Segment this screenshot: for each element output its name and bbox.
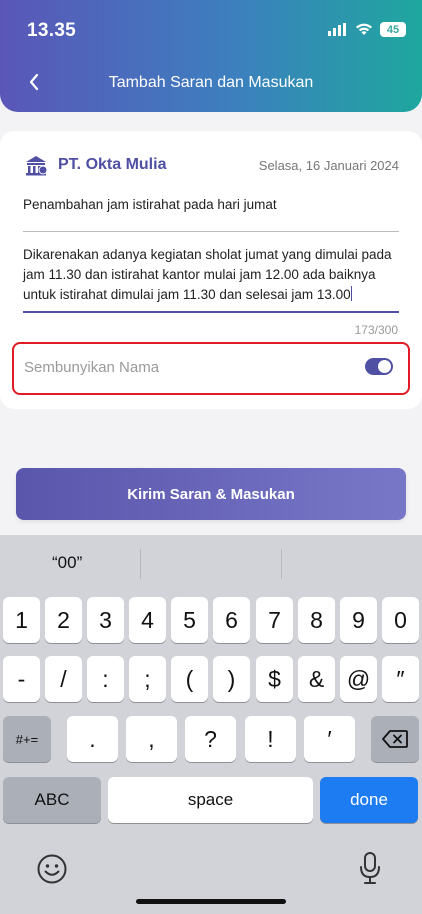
key-9[interactable]: 9	[340, 597, 377, 643]
company-building-icon	[26, 156, 48, 176]
subject-underline	[23, 231, 399, 232]
key-open-paren[interactable]: (	[171, 656, 208, 702]
key-period[interactable]: .	[67, 716, 118, 762]
key-colon[interactable]: :	[87, 656, 124, 702]
key-2[interactable]: 2	[45, 597, 82, 643]
company-name: PT. Okta Mulia	[58, 156, 167, 173]
dictation-button[interactable]	[358, 851, 382, 887]
key-close-paren[interactable]: )	[213, 656, 250, 702]
key-question[interactable]: ?	[185, 716, 236, 762]
submission-date: Selasa, 16 Januari 2024	[258, 158, 399, 173]
key-abc[interactable]: ABC	[3, 777, 101, 823]
key-delete[interactable]	[371, 716, 419, 762]
subject-field[interactable]: Penambahan jam istirahat pada hari jumat	[23, 197, 399, 212]
key-done[interactable]: done	[320, 777, 418, 823]
suggestion-bar: “00”	[0, 535, 422, 591]
suggestion-divider	[140, 549, 141, 579]
emoji-icon	[37, 854, 67, 884]
key-6[interactable]: 6	[213, 597, 250, 643]
key-4[interactable]: 4	[129, 597, 166, 643]
key-0[interactable]: 0	[382, 597, 419, 643]
key-8[interactable]: 8	[298, 597, 335, 643]
signal-icon	[328, 23, 346, 36]
key-exclamation[interactable]: !	[245, 716, 296, 762]
submit-button[interactable]: Kirim Saran & Masukan	[16, 468, 406, 520]
battery-level: 45	[386, 23, 400, 36]
key-5[interactable]: 5	[171, 597, 208, 643]
key-quote[interactable]: ″	[382, 656, 419, 702]
page-title: Tambah Saran dan Masukan	[108, 74, 314, 91]
key-dollar[interactable]: $	[256, 656, 293, 702]
character-counter: 173/300	[354, 323, 398, 337]
text-caret	[350, 286, 353, 301]
key-slash[interactable]: /	[45, 656, 82, 702]
key-ampersand[interactable]: &	[298, 656, 335, 702]
emoji-button[interactable]	[36, 853, 68, 885]
key-comma[interactable]: ,	[126, 716, 177, 762]
message-textarea[interactable]: Dikarenakan adanya kegiatan sholat jumat…	[23, 245, 403, 305]
key-at[interactable]: @	[340, 656, 377, 702]
toggle-knob	[378, 360, 391, 373]
suggestion-divider	[281, 549, 282, 579]
key-3[interactable]: 3	[87, 597, 124, 643]
key-7[interactable]: 7	[256, 597, 293, 643]
message-text: Dikarenakan adanya kegiatan sholat jumat…	[23, 247, 392, 302]
hide-name-label: Sembunyikan Nama	[24, 359, 160, 376]
battery-icon: 45	[380, 22, 406, 37]
key-minus[interactable]: -	[3, 656, 40, 702]
hide-name-row: Sembunyikan Nama	[12, 342, 410, 395]
message-underline	[23, 311, 399, 313]
home-indicator	[136, 899, 286, 904]
app-header: 13.35 45 Tambah Saran dan Masukan	[0, 0, 422, 112]
keyboard: “00” 1 2 3 4 5 6 7 8 9 0 - / : ; ( ) $ &…	[0, 535, 422, 914]
key-apostrophe[interactable]: ′	[304, 716, 355, 762]
suggestion-1[interactable]: “00”	[52, 553, 82, 573]
hide-name-toggle[interactable]	[365, 358, 393, 375]
status-icons: 45	[328, 22, 406, 37]
status-time: 13.35	[27, 20, 77, 41]
key-more-symbols[interactable]: #+=	[3, 716, 51, 762]
backspace-icon	[382, 730, 408, 748]
key-1[interactable]: 1	[3, 597, 40, 643]
key-semicolon[interactable]: ;	[129, 656, 166, 702]
key-space[interactable]: space	[108, 777, 313, 823]
wifi-icon	[356, 23, 372, 35]
company-header: PT. Okta Mulia	[24, 154, 166, 176]
microphone-icon	[360, 852, 380, 884]
